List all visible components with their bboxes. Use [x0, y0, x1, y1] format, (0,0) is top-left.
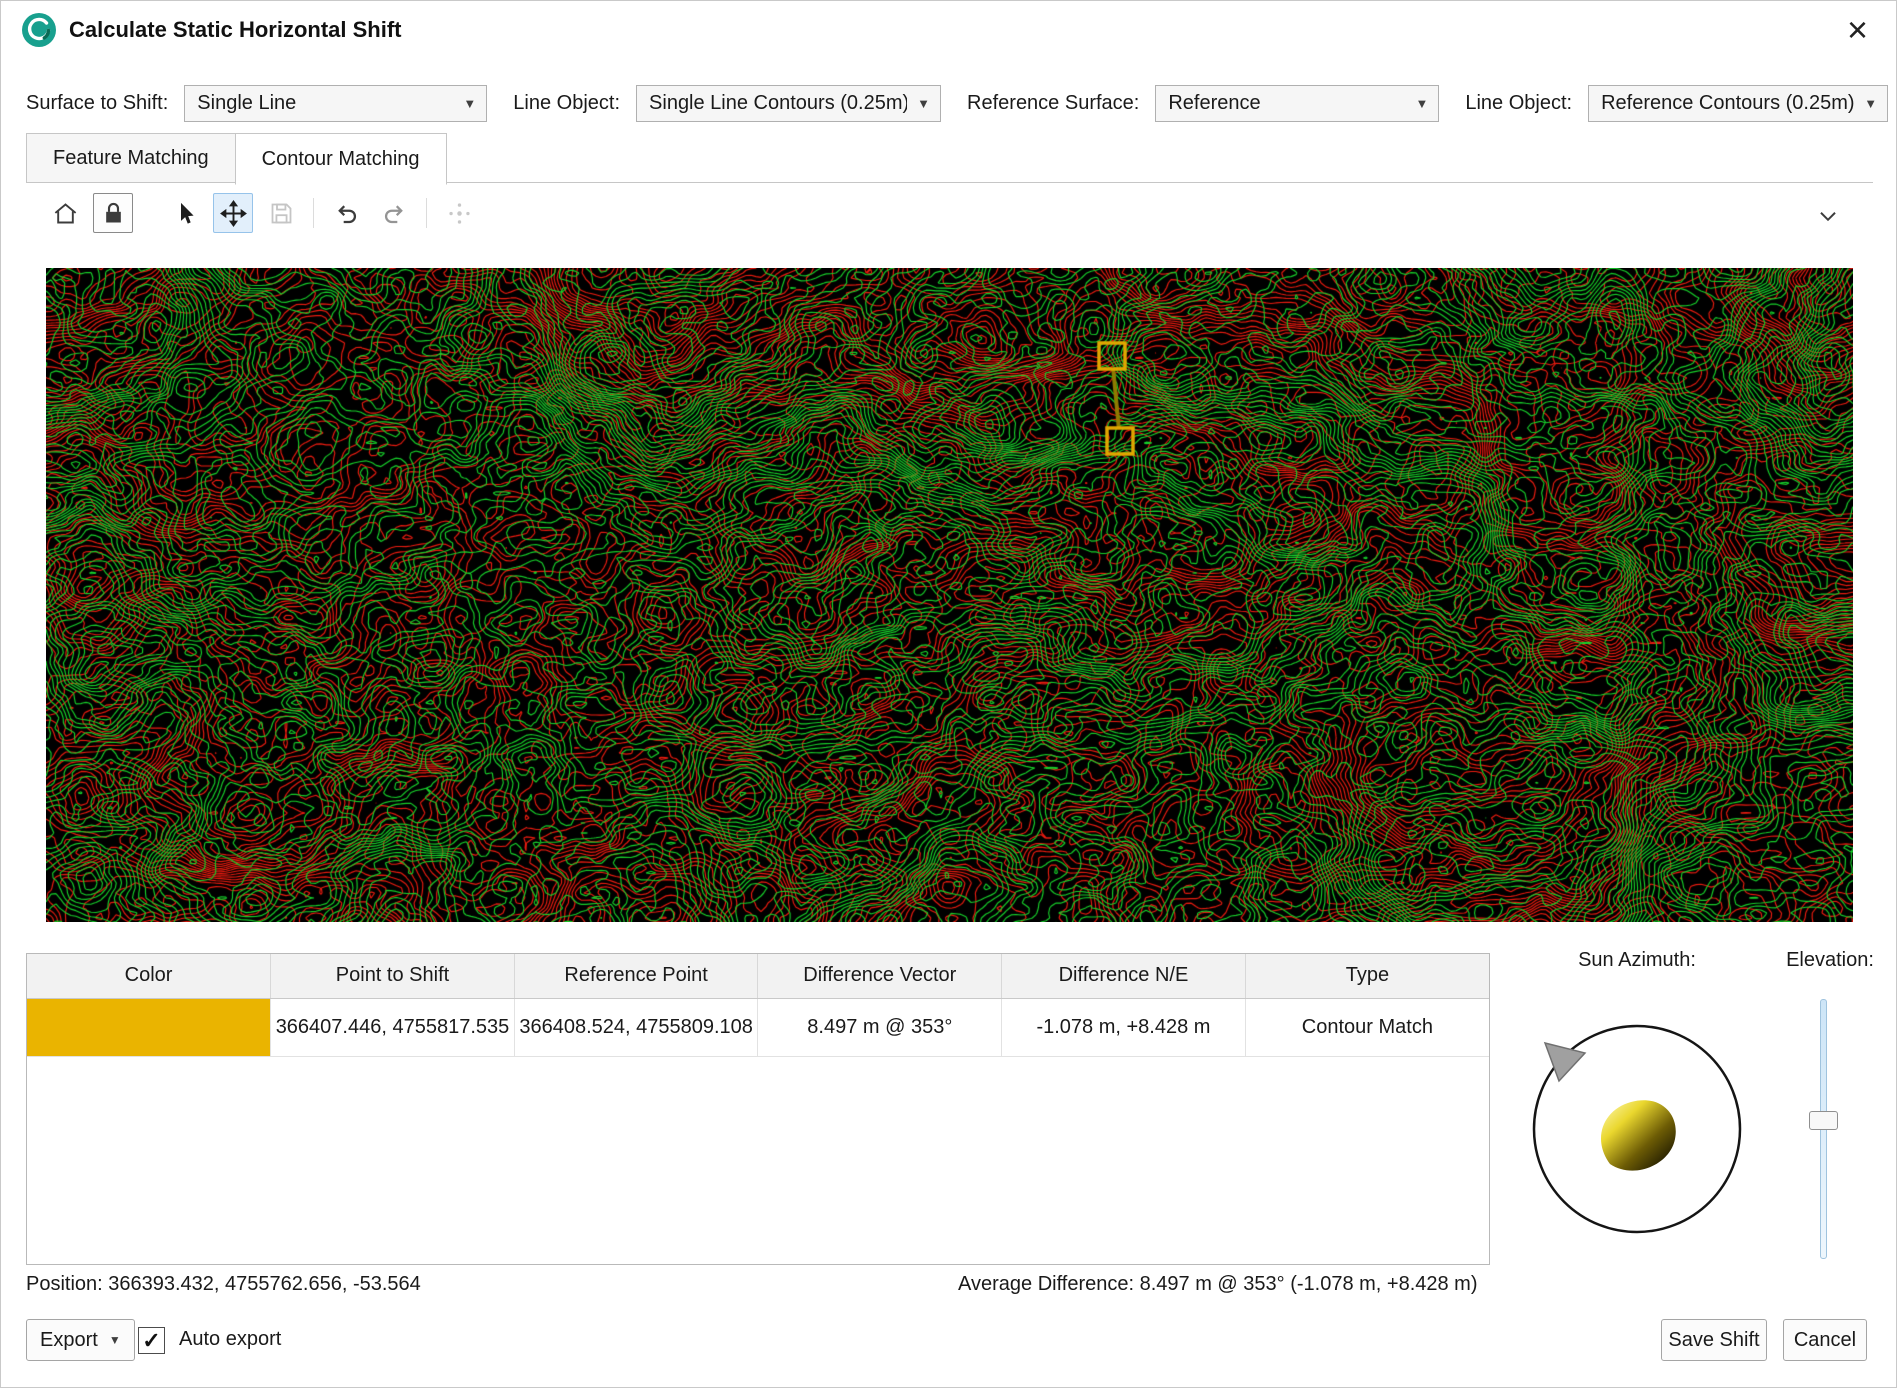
cancel-label: Cancel	[1794, 1329, 1856, 1352]
match-table-container: Color Point to Shift Reference Point Dif…	[26, 953, 1490, 1265]
line-object-1-select[interactable]: Single Line Contours (0.25m) ▼	[636, 85, 941, 122]
undo-button[interactable]	[326, 193, 366, 233]
surface-to-shift-label: Surface to Shift:	[26, 92, 168, 115]
col-header-color[interactable]: Color	[27, 954, 271, 998]
line-object-2-value: Reference Contours (0.25m)	[1601, 92, 1854, 115]
col-header-type[interactable]: Type	[1245, 954, 1489, 998]
toolbar-separator	[313, 198, 314, 228]
line-object-1-label: Line Object:	[513, 92, 620, 115]
line-object-1-group: Line Object: Single Line Contours (0.25m…	[513, 85, 941, 122]
col-header-difference-vector[interactable]: Difference Vector	[758, 954, 1002, 998]
contour-map-view[interactable]	[46, 268, 1853, 922]
line-object-2-select[interactable]: Reference Contours (0.25m) ▼	[1588, 85, 1888, 122]
map-toolbar	[45, 193, 479, 233]
export-dropdown-arrow-icon: ▼	[109, 1333, 121, 1347]
collapse-toolbar-button[interactable]	[1807, 199, 1849, 233]
table-row[interactable]: 366407.446, 4755817.535 366408.524, 4755…	[27, 998, 1489, 1056]
auto-export-label[interactable]: Auto export	[179, 1328, 281, 1351]
redo-button[interactable]	[374, 193, 414, 233]
select-cursor-button[interactable]	[165, 193, 205, 233]
chevron-down-icon	[1815, 203, 1841, 229]
dropdown-arrow-icon: ▼	[917, 96, 930, 111]
redo-icon	[381, 200, 408, 227]
pan-button[interactable]	[213, 193, 253, 233]
save-shift-button[interactable]: Save Shift	[1661, 1319, 1767, 1361]
app-logo-icon	[21, 12, 57, 48]
tab-bar: Feature Matching Contour Matching	[26, 133, 447, 183]
title-bar: Calculate Static Horizontal Shift ×	[1, 1, 1896, 59]
home-view-button[interactable]	[45, 193, 85, 233]
pan-icon	[220, 200, 247, 227]
col-header-difference-ne[interactable]: Difference N/E	[1002, 954, 1246, 998]
toolbar-separator	[426, 198, 427, 228]
points-icon	[446, 200, 473, 227]
dropdown-arrow-icon: ▼	[1864, 96, 1877, 111]
match-table: Color Point to Shift Reference Point Dif…	[27, 954, 1489, 1057]
reference-point-cell: 366408.524, 4755809.108	[514, 998, 758, 1056]
reference-surface-group: Reference Surface: Reference ▼	[967, 85, 1439, 122]
elevation-label: Elevation:	[1786, 949, 1874, 972]
average-difference-readout: Average Difference: 8.497 m @ 353° (-1.0…	[958, 1273, 1478, 1296]
auto-export-checkbox[interactable]: ✓	[138, 1327, 165, 1354]
difference-vector-cell: 8.497 m @ 353°	[758, 998, 1002, 1056]
difference-ne-cell: -1.078 m, +8.428 m	[1002, 998, 1246, 1056]
window-title: Calculate Static Horizontal Shift	[69, 17, 402, 43]
sun-azimuth-label: Sun Azimuth:	[1578, 949, 1696, 972]
lock-icon	[100, 200, 127, 227]
save-shift-label: Save Shift	[1668, 1329, 1759, 1352]
cursor-icon	[172, 200, 199, 227]
line-object-1-value: Single Line Contours (0.25m)	[649, 92, 907, 115]
line-object-2-group: Line Object: Reference Contours (0.25m) …	[1465, 85, 1888, 122]
table-header-row: Color Point to Shift Reference Point Dif…	[27, 954, 1489, 998]
reference-surface-select[interactable]: Reference ▼	[1155, 85, 1439, 122]
surface-to-shift-select[interactable]: Single Line ▼	[184, 85, 487, 122]
tab-feature-matching[interactable]: Feature Matching	[26, 133, 236, 183]
position-readout: Position: 366393.432, 4755762.656, -53.5…	[26, 1273, 421, 1296]
point-to-shift-cell: 366407.446, 4755817.535	[271, 998, 515, 1056]
reference-surface-label: Reference Surface:	[967, 92, 1139, 115]
match-type-cell: Contour Match	[1245, 998, 1489, 1056]
lock-view-button[interactable]	[93, 193, 133, 233]
surface-to-shift-group: Surface to Shift: Single Line ▼	[26, 85, 487, 122]
save-icon	[268, 200, 295, 227]
col-header-reference-point[interactable]: Reference Point	[514, 954, 758, 998]
contour-map-canvas[interactable]	[46, 268, 1853, 922]
tab-contour-matching[interactable]: Contour Matching	[235, 133, 447, 185]
export-button-label: Export	[40, 1329, 98, 1352]
match-color-swatch	[27, 998, 271, 1056]
surface-to-shift-value: Single Line	[197, 92, 296, 115]
save-view-button	[261, 193, 301, 233]
close-button[interactable]: ×	[1839, 12, 1876, 48]
header-controls-row: Surface to Shift: Single Line ▼ Line Obj…	[26, 83, 1884, 123]
reference-surface-value: Reference	[1168, 92, 1260, 115]
check-icon: ✓	[142, 1330, 160, 1352]
col-header-point-to-shift[interactable]: Point to Shift	[271, 954, 515, 998]
dropdown-arrow-icon: ▼	[1415, 96, 1428, 111]
elevation-slider-handle[interactable]	[1809, 1111, 1838, 1130]
home-icon	[52, 200, 79, 227]
export-button[interactable]: Export ▼	[26, 1319, 135, 1361]
undo-icon	[333, 200, 360, 227]
sun-azimuth-dial[interactable]	[1529, 1021, 1745, 1237]
cancel-button[interactable]: Cancel	[1783, 1319, 1867, 1361]
dropdown-arrow-icon: ▼	[463, 96, 476, 111]
match-points-button	[439, 193, 479, 233]
line-object-2-label: Line Object:	[1465, 92, 1572, 115]
